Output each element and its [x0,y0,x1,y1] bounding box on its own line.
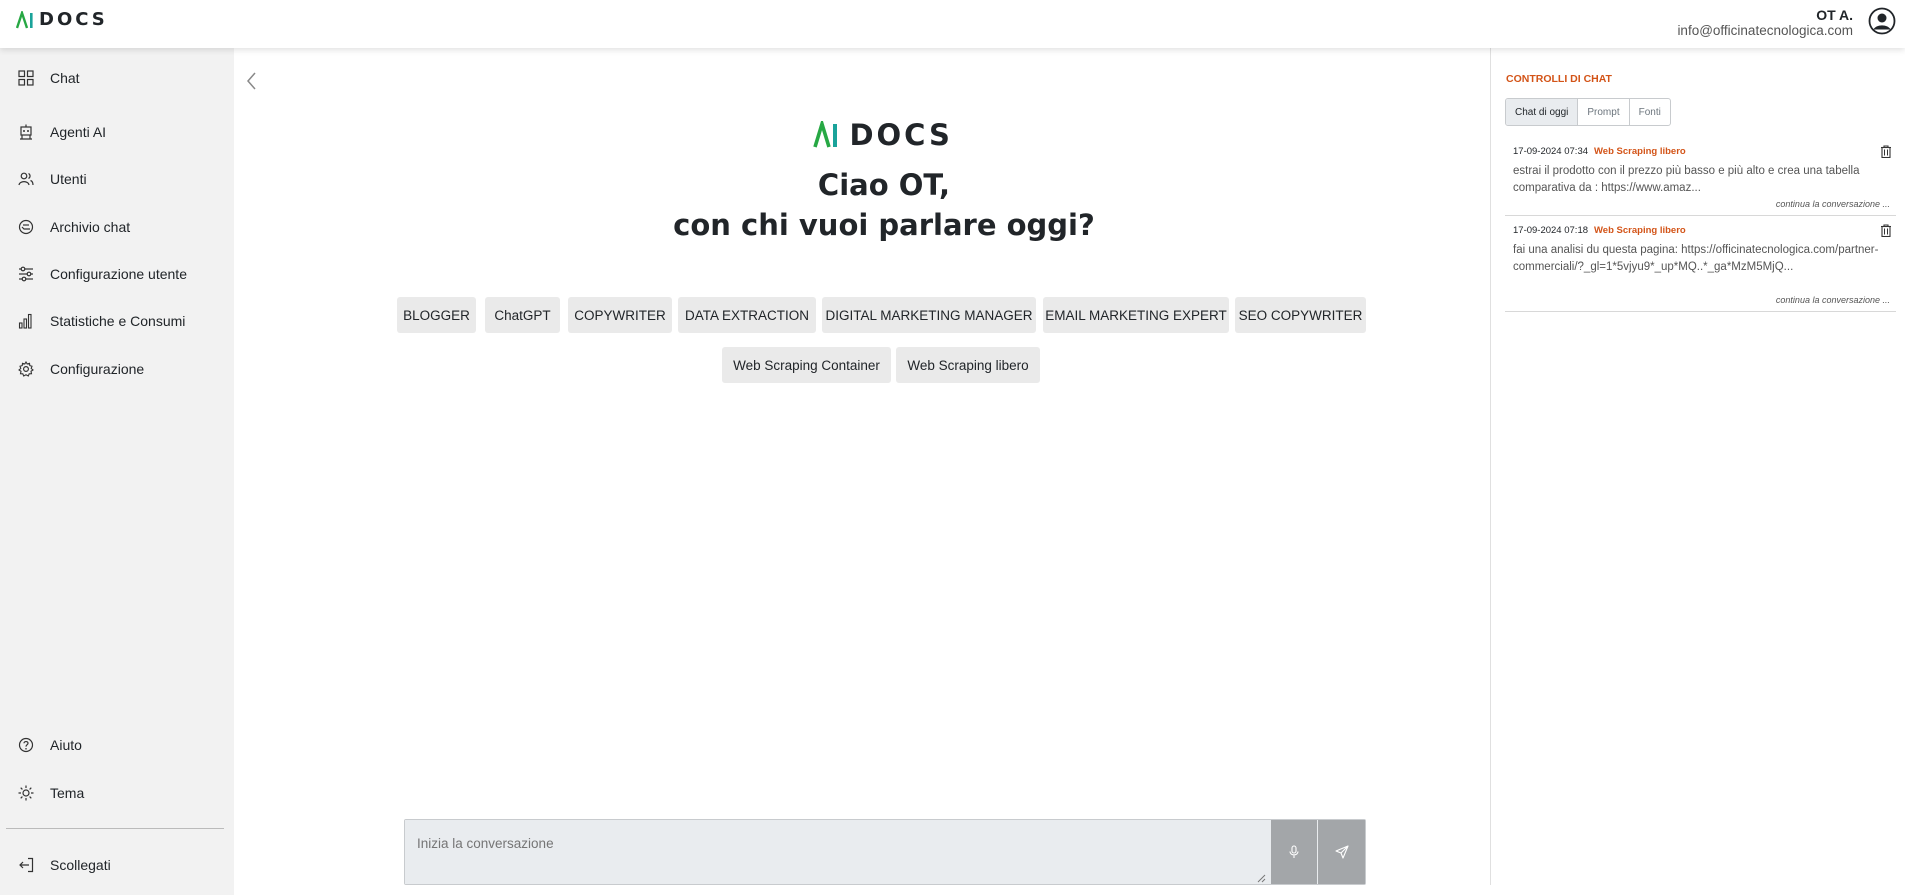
archive-icon [18,219,34,235]
conversation-date: 17-09-2024 07:34 [1513,146,1589,157]
agent-button-web-scraping-libero[interactable]: Web Scraping libero [896,347,1040,383]
sidebar: Chat Agenti AI Utenti Archivio chat Conf… [0,48,234,895]
conversation-text: fai una analisi du questa pagina: https:… [1513,244,1879,273]
sidebar-item-label: Agenti AI [50,124,107,140]
user-email: info@officinatecnologica.com [1677,23,1853,38]
sidebar-item-utenti[interactable]: Utenti [0,161,234,197]
sidebar-item-agenti-ai[interactable]: Agenti AI [0,114,234,150]
tab-chat-di-oggi[interactable]: Chat di oggi [1506,99,1579,125]
resize-grip-icon[interactable] [1257,874,1266,883]
conversation-text: estrai il prodotto con il prezzo più bas… [1513,165,1860,194]
main-logo-text: DOCS [849,118,953,152]
continue-conversation-link[interactable]: continua la conversazione ... [1776,295,1890,305]
conversation-agent: Web Scraping libero [1594,225,1686,236]
agent-button-copywriter[interactable]: COPYWRITER [568,297,672,333]
sidebar-item-label: Utenti [50,171,87,187]
sidebar-item-label: Configurazione [50,361,145,377]
logo-mark-icon [813,117,837,148]
conversation-meta: 17-09-2024 07:18 Web Scraping libero [1513,225,1686,236]
user-name: OT A. [1816,7,1853,23]
user-info: OT A. info@officinatecnologica.com [1677,7,1853,39]
conversation-meta: 17-09-2024 07:34 Web Scraping libero [1513,146,1686,157]
logout-label: Scollegati [50,857,111,873]
sidebar-divider [6,828,224,829]
user-avatar-icon[interactable] [1868,7,1896,35]
sun-icon [18,785,34,801]
mic-button[interactable] [1271,820,1317,884]
chat-input-box [404,819,1366,885]
conversation-agent: Web Scraping libero [1594,146,1686,157]
agent-button-digital-marketing-manager[interactable]: DIGITAL MARKETING MANAGER [822,297,1036,333]
agent-button-data-extraction[interactable]: DATA EXTRACTION [678,297,816,333]
help-icon [18,737,34,753]
panel-tabs: Chat di oggi Prompt Fonti [1505,98,1671,126]
conversation-item[interactable]: 17-09-2024 07:34 Web Scraping libero estr… [1505,145,1896,216]
brand-logo[interactable]: DOCS [16,9,108,30]
grid-icon [18,70,34,86]
send-button[interactable] [1318,820,1365,884]
tab-fonti[interactable]: Fonti [1630,99,1670,125]
agent-button-email-marketing-expert[interactable]: EMAIL MARKETING EXPERT [1043,297,1229,333]
sidebar-item-label: Tema [50,785,85,801]
agent-button-web-scraping-container[interactable]: Web Scraping Container [722,347,891,383]
trash-icon[interactable] [1880,145,1892,158]
sidebar-item-label: Configurazione utente [50,266,187,282]
agent-button-blogger[interactable]: BLOGGER [397,297,476,333]
chat-input[interactable] [405,820,1268,884]
microphone-icon [1289,845,1299,858]
trash-icon[interactable] [1880,224,1892,237]
conversation-date: 17-09-2024 07:18 [1513,225,1589,236]
sidebar-item-configurazione[interactable]: Configurazione [0,351,234,387]
chevron-left-icon[interactable] [245,71,259,91]
greeting-title: Ciao OT, [817,168,951,202]
sidebar-item-archivio-chat[interactable]: Archivio chat [0,209,234,245]
sidebar-item-label: Statistiche e Consumi [50,313,186,329]
sidebar-item-configurazione-utente[interactable]: Configurazione utente [0,256,234,292]
panel-title: CONTROLLI DI CHAT [1506,73,1612,85]
sidebar-item-chat[interactable]: Chat [0,60,234,96]
top-bar: DOCS OT A. info@officinatecnologica.com [0,0,1905,48]
tab-prompt[interactable]: Prompt [1578,99,1630,125]
sidebar-item-statistiche[interactable]: Statistiche e Consumi [0,303,234,339]
greeting-subtitle: con chi vuoi parlare oggi? [673,208,1095,242]
conversation-item[interactable]: 17-09-2024 07:18 Web Scraping libero fai … [1505,224,1896,312]
brand-name: DOCS [39,9,108,30]
sidebar-item-aiuto[interactable]: Aiuto [0,727,234,763]
send-icon [1334,845,1349,859]
chat-controls-panel: CONTROLLI DI CHAT Chat di oggi Prompt Fo… [1490,48,1905,885]
sidebar-item-label: Archivio chat [50,219,131,235]
agent-button-seo-copywriter[interactable]: SEO COPYWRITER [1235,297,1366,333]
robot-icon [20,124,32,140]
main-logo: DOCS [813,117,953,152]
logout-button[interactable]: Scollegati [0,847,234,883]
users-icon [18,172,34,186]
sidebar-item-label: Aiuto [50,737,82,753]
continue-conversation-link[interactable]: continua la conversazione ... [1776,199,1890,209]
gear-icon [18,361,34,377]
bar-chart-icon [18,313,32,329]
agent-button-chatgpt[interactable]: ChatGPT [485,297,560,333]
sliders-icon [19,266,33,282]
sidebar-item-label: Chat [50,70,80,86]
logout-icon [19,857,34,873]
sidebar-item-tema[interactable]: Tema [0,775,234,811]
logo-mark-icon [16,10,33,28]
